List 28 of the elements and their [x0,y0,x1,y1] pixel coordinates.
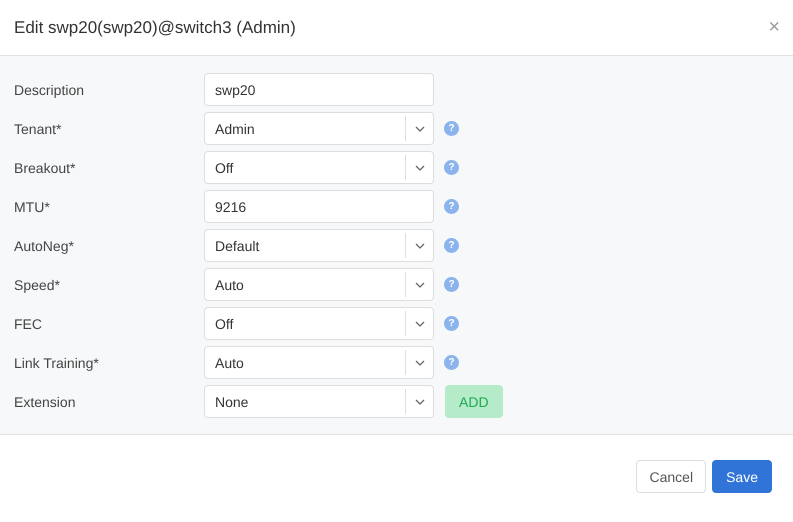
field-label: Description [14,82,86,98]
select-field[interactable]: Admin [204,112,434,145]
select-field[interactable]: Auto [204,346,434,379]
input-field[interactable]: 9216 [204,190,434,223]
chevron-down-icon [414,320,424,326]
field-label: Tenant* [14,120,62,136]
field-label: Speed* [14,276,61,292]
field-label: AutoNeg* [14,238,75,254]
select-field[interactable]: None [204,385,434,418]
chevron-down-icon [414,360,424,366]
select-field[interactable]: Off [204,307,434,340]
select-field[interactable]: Auto [204,268,434,301]
field-label: Extension [14,394,76,410]
chevron-down-icon [414,398,424,404]
save-button[interactable]: Save [712,460,772,493]
chevron-down-icon [414,282,424,288]
input-field[interactable]: swp20 [204,73,434,106]
field-label: Breakout* [14,160,76,176]
dialog-title: Edit swp20(swp20)@switch3 (Admin) [14,18,296,38]
select-field[interactable]: Off [204,151,434,184]
field-label: MTU* [14,198,51,214]
cancel-button[interactable]: Cancel [636,460,706,493]
chevron-down-icon [414,242,424,248]
field-label: Link Training* [14,354,100,370]
chevron-down-icon [414,164,424,170]
select-field[interactable]: Default [204,229,434,262]
chevron-down-icon [414,126,424,132]
field-label: FEC [14,316,43,332]
